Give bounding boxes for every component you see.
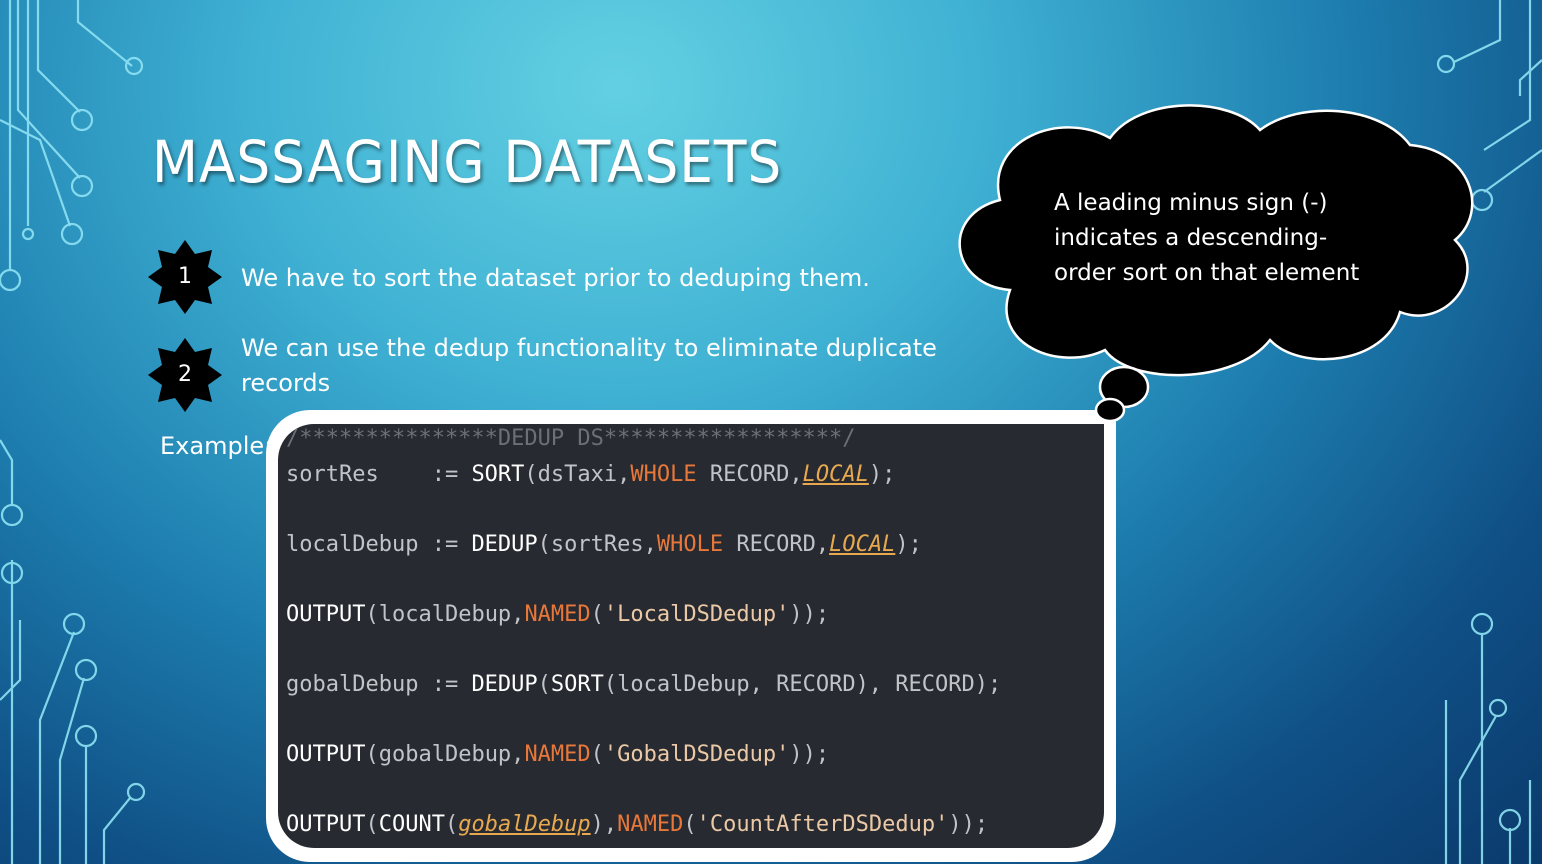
bullet-badge-2: 2 [148,338,222,412]
bullet-line: We have to sort the dataset prior to ded… [241,264,870,292]
code-line-2: localDebup := DEDUP(sortRes,WHOLE RECORD… [286,532,922,557]
callout-line: order sort on that element [1054,260,1360,286]
example-label: Example: [160,432,273,460]
code-comment: /***************DEDUP DS****************… [286,426,856,451]
code-line-1: sortRes := SORT(dsTaxi,WHOLE RECORD,LOCA… [286,462,896,487]
bullet-text-2: We can use the dedup functionality to el… [241,331,937,401]
bullet-badge-1: 1 [148,240,222,314]
code-line-5: OUTPUT(gobalDebup,NAMED('GobalDSDedup'))… [286,742,830,767]
callout-line: A leading minus sign (-) [1054,190,1328,216]
callout-line: indicates a descending- [1054,225,1328,251]
bullet-text-1: We have to sort the dataset prior to ded… [241,261,870,296]
slide-title: MASSAGING DATASETS [152,128,783,196]
bullet-line: records [241,369,331,397]
code-line-3: OUTPUT(localDebup,NAMED('LocalDSDedup'))… [286,602,830,627]
code-line-4: gobalDebup := DEDUP(SORT(localDebup, REC… [286,672,1002,697]
code-snippet: /***************DEDUP DS****************… [278,424,1104,848]
bullet-line: We can use the dedup functionality to el… [241,334,937,362]
bullet-number: 2 [178,362,192,387]
bullet-number: 1 [178,264,192,289]
code-line-6: OUTPUT(COUNT(gobalDebup),NAMED('CountAft… [286,812,989,837]
callout-text: A leading minus sign (-) indicates a des… [1054,186,1384,291]
